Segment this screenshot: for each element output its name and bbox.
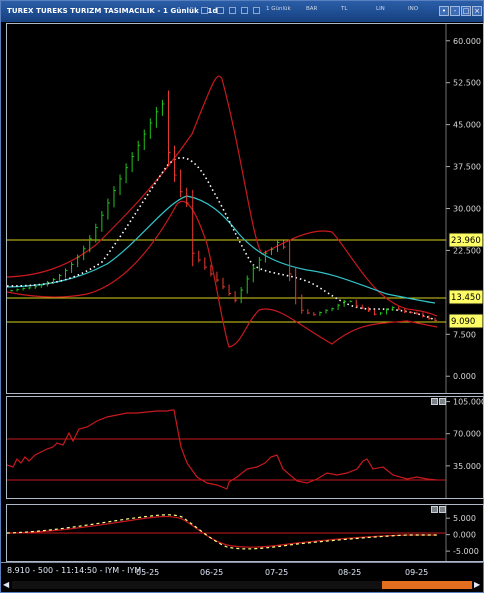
y-tick-label: 35.000 bbox=[453, 462, 481, 471]
toolbar-color-swatch[interactable] bbox=[201, 7, 208, 14]
rsi-chart: 105.000 70.000 35.000 bbox=[6, 397, 484, 498]
macd-line bbox=[6, 515, 437, 548]
panel-settings-icon-2[interactable] bbox=[431, 506, 438, 513]
y-tick-label: 52.500 bbox=[453, 79, 481, 88]
rsi-panel[interactable]: 105.000 70.000 35.000 bbox=[6, 396, 484, 499]
rsi-line bbox=[6, 409, 438, 490]
maximize-icon[interactable]: □ bbox=[461, 6, 471, 16]
currency-selector[interactable]: TL bbox=[341, 6, 347, 12]
title-bar[interactable]: TUREX TUREKS TURIZM TASIMACILIK - 1 Günl… bbox=[1, 1, 483, 22]
y-tick-label: 37.500 bbox=[453, 163, 481, 172]
y-tick-label: 0.000 bbox=[453, 531, 476, 540]
scroll-track[interactable] bbox=[12, 581, 473, 589]
date-label-2: 06-25 bbox=[200, 568, 224, 577]
toolbar-text-icon[interactable] bbox=[241, 7, 248, 14]
close-icon[interactable]: × bbox=[472, 6, 482, 16]
y-tick-label: -5.000 bbox=[453, 547, 479, 556]
minimize-icon[interactable]: - bbox=[450, 6, 460, 16]
horizontal-scrollbar[interactable]: ◀ ▶ bbox=[1, 579, 483, 592]
macd-axis-ticks: 5.000 0.000 -5.000 bbox=[446, 514, 479, 556]
y-tick-label: 105.000 bbox=[453, 398, 483, 407]
toolbar-draw-icon[interactable] bbox=[229, 7, 236, 14]
date-label-5: 09-25 bbox=[405, 568, 429, 577]
svg-text:23.960: 23.960 bbox=[451, 236, 481, 246]
scroll-left-icon[interactable]: ◀ bbox=[3, 580, 9, 589]
level-tag-middle: 13.450 bbox=[448, 289, 484, 305]
level-tag-upper: 23.960 bbox=[448, 232, 484, 248]
y-tick-label: 45.000 bbox=[453, 121, 481, 130]
date-label-3: 07-25 bbox=[265, 568, 289, 577]
y-tick-label: 30.000 bbox=[453, 205, 481, 214]
panel-close-icon-2[interactable] bbox=[439, 506, 446, 513]
chart-window: TUREX TUREKS TURIZM TASIMACILIK - 1 Günl… bbox=[0, 0, 484, 593]
chart-type-selector[interactable]: BAR bbox=[306, 6, 317, 12]
y-tick-label: 22.500 bbox=[453, 246, 481, 255]
date-label-1: 05-25 bbox=[136, 568, 160, 577]
y-tick-label: 7.500 bbox=[453, 330, 476, 339]
upper-band-line bbox=[6, 75, 438, 317]
macd-chart: 5.000 0.000 -5.000 bbox=[6, 505, 479, 561]
indicator-selector[interactable]: INO bbox=[408, 6, 418, 12]
y-tick-label: 70.000 bbox=[453, 430, 481, 439]
short-moving-average bbox=[6, 156, 436, 321]
y-tick-label: 5.000 bbox=[453, 514, 476, 523]
price-chart: 60.000 52.500 45.000 37.500 30.000 22.500 7.50… bbox=[6, 24, 484, 393]
status-bar: 8.910 - 500 - 11:14:50 - IYM - IYM 05-25… bbox=[1, 562, 483, 579]
price-axis-ticks: 60.000 52.500 45.000 37.500 30.000 22.500 7.50… bbox=[446, 37, 481, 381]
panel-close-icon[interactable] bbox=[439, 398, 446, 405]
svg-text:9.090: 9.090 bbox=[451, 317, 475, 327]
long-moving-average bbox=[6, 195, 436, 304]
svg-text:13.450: 13.450 bbox=[451, 293, 481, 303]
lower-band-line bbox=[6, 200, 438, 348]
status-text: 8.910 - 500 - 11:14:50 - IYM - IYM bbox=[7, 566, 142, 575]
y-tick-label: 0.000 bbox=[453, 372, 476, 381]
macd-panel[interactable]: 5.000 0.000 -5.000 bbox=[6, 504, 484, 562]
settings-icon[interactable]: • bbox=[439, 6, 449, 16]
scale-selector[interactable]: LIN bbox=[376, 6, 385, 12]
price-panel[interactable]: 60.000 52.500 45.000 37.500 30.000 22.500 7.50… bbox=[6, 23, 484, 394]
window-title: TUREX TUREKS TURIZM TASIMACILIK - 1 Günl… bbox=[7, 7, 221, 15]
interval-selector[interactable]: 1 Günlük bbox=[266, 6, 291, 12]
scroll-thumb[interactable] bbox=[382, 581, 472, 589]
toolbar-tool-icon[interactable] bbox=[217, 7, 224, 14]
y-tick-label: 60.000 bbox=[453, 37, 481, 46]
level-tag-lower: 9.090 bbox=[448, 313, 484, 329]
scroll-right-icon[interactable]: ▶ bbox=[474, 580, 480, 589]
panel-settings-icon[interactable] bbox=[431, 398, 438, 405]
rsi-axis-ticks: 105.000 70.000 35.000 bbox=[446, 398, 484, 471]
toolbar-crosshair-icon[interactable] bbox=[253, 7, 260, 14]
date-label-4: 08-25 bbox=[338, 568, 362, 577]
